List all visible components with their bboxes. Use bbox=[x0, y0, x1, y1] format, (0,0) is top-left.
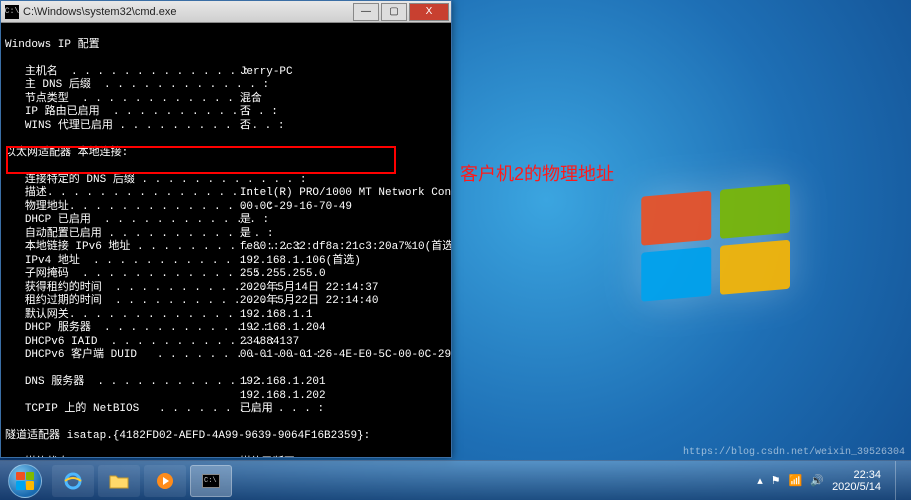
gateway-value: 192.168.1.1 bbox=[240, 309, 313, 321]
console-output[interactable]: Windows IP 配置 主机名 . . . . . . . . . . . … bbox=[1, 23, 451, 457]
lease-exp-value: 2020年5月22日 22:14:40 bbox=[240, 295, 379, 307]
show-desktop-button[interactable] bbox=[895, 461, 905, 500]
tray-clock[interactable]: 22:34 2020/5/14 bbox=[832, 469, 881, 493]
phys-value: 00-0C-29-16-70-49 bbox=[240, 201, 352, 213]
tray-network-icon[interactable]: 📶 bbox=[789, 474, 803, 487]
dhcp-srv-label: DHCP 服务器 bbox=[25, 322, 91, 334]
taskbar-cmd[interactable]: C:\ bbox=[190, 465, 232, 497]
routing-value: 否 bbox=[240, 106, 251, 118]
watermark: https://blog.csdn.net/weixin_39526304 bbox=[683, 447, 905, 458]
routing-label: IP 路由已启用 bbox=[25, 106, 100, 118]
subnet-value: 255.255.255.0 bbox=[240, 268, 326, 280]
wmp-icon bbox=[155, 471, 175, 491]
tray-time: 22:34 bbox=[832, 469, 881, 481]
ipv4-label: IPv4 地址 bbox=[25, 255, 80, 267]
taskbar: C:\ ▴ ⚑ 📶 🔊 22:34 2020/5/14 bbox=[0, 460, 911, 500]
dhcp-en-value: 是 bbox=[240, 214, 251, 226]
iaid-value: 234884137 bbox=[240, 336, 299, 348]
ipv6-value: fe80::2c32:df8a:21c3:20a7%10(首选) bbox=[240, 241, 451, 253]
node-label: 节点类型 bbox=[25, 93, 69, 105]
iaid-label: DHCPv6 IAID bbox=[25, 336, 98, 348]
duid-label: DHCPv6 客户端 DUID bbox=[25, 349, 137, 361]
wins-value: 否 bbox=[240, 120, 251, 132]
titlebar[interactable]: C:\ C:\Windows\system32\cmd.exe — ▢ X bbox=[1, 1, 451, 23]
lease-obt-label: 获得租约的时间 bbox=[25, 282, 102, 294]
lease-exp-label: 租约过期的时间 bbox=[25, 295, 102, 307]
windows-orb-icon bbox=[8, 464, 42, 498]
physical-row: 物理地址. . . . . . . . . . . . . . . : 00-0… bbox=[5, 201, 352, 213]
dns-srv-label: DNS 服务器 bbox=[25, 376, 84, 388]
system-tray: ▴ ⚑ 📶 🔊 22:34 2020/5/14 bbox=[757, 461, 911, 500]
cmd-window: C:\ C:\Windows\system32\cmd.exe — ▢ X Wi… bbox=[0, 0, 452, 458]
taskbar-wmp[interactable] bbox=[144, 465, 186, 497]
autoconf-value: 是 bbox=[240, 228, 251, 240]
pri-dns-label: 主 DNS 后缀 bbox=[25, 79, 91, 91]
subnet-label: 子网掩码 bbox=[25, 268, 69, 280]
desc-label: 描述 bbox=[25, 187, 47, 199]
lease-obt-value: 2020年5月14日 22:14:37 bbox=[240, 282, 379, 294]
tray-chevron-icon[interactable]: ▴ bbox=[757, 474, 763, 487]
annotation-text: 客户机2的物理地址 bbox=[460, 160, 614, 186]
taskbar-ie[interactable] bbox=[52, 465, 94, 497]
tray-volume-icon[interactable]: 🔊 bbox=[810, 474, 824, 487]
dhcp-srv-value: 192.168.1.204 bbox=[240, 322, 326, 334]
host-label: 主机名 bbox=[25, 66, 58, 78]
window-title: C:\Windows\system32\cmd.exe bbox=[23, 6, 353, 18]
ipv6-label: 本地链接 IPv6 地址 bbox=[25, 241, 131, 253]
adapter1-header: 以太网适配器 本地连接: bbox=[5, 147, 128, 159]
tunnel-header: 隧道适配器 isatap.{4182FD02-AEFD-4A99-9639-90… bbox=[5, 430, 370, 442]
ipv4-value: 192.168.1.106(首选) bbox=[240, 255, 361, 267]
tray-flag-icon[interactable]: ⚑ bbox=[771, 474, 781, 487]
dns-srv-value1: 192.168.1.201 bbox=[240, 376, 326, 388]
windows-logo bbox=[630, 180, 810, 320]
phys-label: 物理地址 bbox=[25, 201, 69, 213]
conn-dns-label: 连接特定的 DNS 后缀 bbox=[25, 174, 135, 186]
maximize-button[interactable]: ▢ bbox=[381, 3, 407, 21]
folder-icon bbox=[109, 473, 129, 489]
close-button[interactable]: X bbox=[409, 3, 449, 21]
start-button[interactable] bbox=[0, 461, 50, 500]
netbios-value: 已启用 bbox=[240, 403, 273, 415]
node-value: 混合 bbox=[240, 93, 262, 105]
ip-header: Windows IP 配置 bbox=[5, 39, 100, 51]
gateway-label: 默认网关 bbox=[25, 309, 69, 321]
taskbar-explorer[interactable] bbox=[98, 465, 140, 497]
netbios-label: TCPIP 上的 NetBIOS bbox=[25, 403, 139, 415]
cmd-taskbar-icon: C:\ bbox=[202, 474, 220, 488]
cmd-icon: C:\ bbox=[5, 5, 19, 19]
duid-value: 00-01-00-01-26-4E-E0-5C-00-0C-29-16-70-4… bbox=[240, 349, 451, 361]
autoconf-label: 自动配置已启用 bbox=[25, 228, 102, 240]
dns-srv-value2: 192.168.1.202 bbox=[240, 390, 326, 402]
wins-label: WINS 代理已启用 bbox=[25, 120, 113, 132]
desc-value: Intel(R) PRO/1000 MT Network Connection bbox=[240, 187, 451, 199]
host-value: Jerry-PC bbox=[240, 66, 293, 78]
ie-icon bbox=[63, 471, 83, 491]
tray-date: 2020/5/14 bbox=[832, 481, 881, 493]
dhcp-en-label: DHCP 已启用 bbox=[25, 214, 91, 226]
minimize-button[interactable]: — bbox=[353, 3, 379, 21]
